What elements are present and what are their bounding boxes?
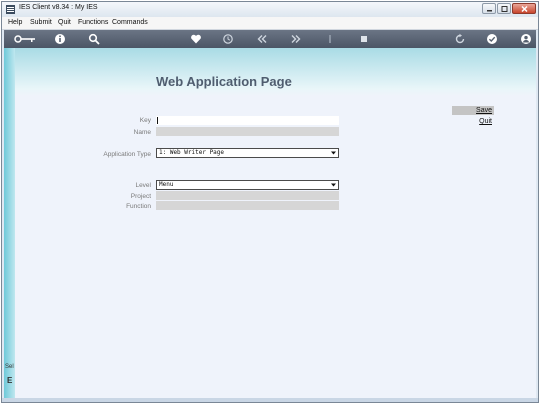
status-strip: [2, 398, 538, 402]
level-label: Level: [135, 182, 151, 189]
project-field: [156, 191, 339, 200]
text-caret: [157, 117, 158, 124]
check-icon[interactable]: [486, 33, 498, 45]
chevron-down-icon: [331, 183, 336, 187]
menu-submit[interactable]: Submit: [30, 19, 52, 26]
project-label: Project: [130, 193, 151, 200]
app-icon: [6, 5, 15, 14]
side-panel-letter: E: [7, 376, 13, 385]
pin-icon[interactable]: [324, 33, 336, 45]
toolbar: [4, 30, 536, 48]
window-title: IES Client v8.34 : My IES: [19, 4, 98, 11]
key-icon[interactable]: [14, 33, 36, 45]
level-value: Menu: [159, 181, 174, 188]
title-bar: IES Client v8.34 : My IES: [2, 2, 538, 17]
app-window: IES Client v8.34 : My IES Help Submit Qu…: [1, 1, 539, 403]
close-button[interactable]: [512, 3, 536, 14]
name-field: [156, 127, 339, 136]
side-panel: Sel E: [4, 48, 15, 400]
function-label: Function: [126, 203, 151, 210]
user-icon[interactable]: [520, 33, 532, 45]
side-panel-text: Sel: [5, 364, 14, 370]
save-button[interactable]: Save: [452, 106, 494, 115]
menu-help[interactable]: Help: [8, 19, 22, 26]
search-icon[interactable]: [88, 33, 100, 45]
menu-functions[interactable]: Functions: [78, 19, 108, 26]
function-field: [156, 201, 339, 210]
forward-icon[interactable]: [290, 33, 302, 45]
history-icon[interactable]: [222, 33, 234, 45]
quit-button[interactable]: Quit: [452, 117, 494, 126]
minimize-button[interactable]: [482, 3, 496, 14]
info-icon[interactable]: [54, 33, 66, 45]
key-field[interactable]: [156, 116, 339, 125]
heart-icon[interactable]: [190, 33, 202, 45]
menu-commands[interactable]: Commands: [112, 19, 148, 26]
main-content: Sel E Web Application Page Save Quit Key…: [4, 48, 536, 400]
key-label: Key: [139, 117, 151, 124]
maximize-icon: [501, 6, 508, 12]
level-select[interactable]: Menu: [156, 180, 339, 190]
page-title: Web Application Page: [156, 74, 292, 89]
maximize-button[interactable]: [497, 3, 511, 14]
application-type-value: 1: Web Writer Page: [159, 149, 225, 156]
minimize-icon: [487, 10, 492, 12]
stop-icon[interactable]: [358, 33, 370, 45]
menu-quit[interactable]: Quit: [58, 19, 71, 26]
application-type-select[interactable]: 1: Web Writer Page: [156, 148, 339, 158]
chevron-down-icon: [331, 151, 336, 155]
application-type-label: Application Type: [103, 151, 151, 158]
close-icon: [521, 5, 528, 13]
menu-bar: Help Submit Quit Functions Commands: [2, 17, 538, 30]
refresh-icon[interactable]: [454, 33, 466, 45]
rewind-icon[interactable]: [256, 33, 268, 45]
name-label: Name: [133, 129, 151, 136]
